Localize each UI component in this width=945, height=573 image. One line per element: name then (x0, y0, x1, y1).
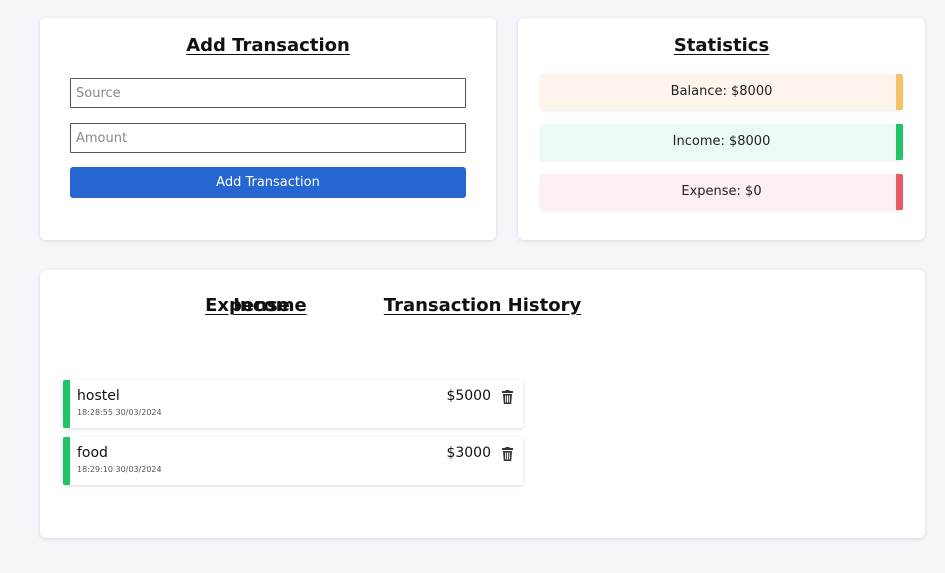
balance-label: Balance: $8000 (670, 84, 773, 99)
add-transaction-button[interactable]: Add Transaction (70, 167, 466, 198)
trash-icon[interactable] (502, 389, 513, 404)
income-stat: Income: $8000 (540, 124, 903, 160)
expense-indicator (896, 174, 903, 210)
income-indicator (896, 124, 903, 160)
add-transaction-title: Add Transaction (186, 35, 350, 56)
income-label: Income: $8000 (672, 134, 771, 149)
source-input[interactable] (70, 78, 466, 108)
transaction-amount: $5000 (446, 388, 491, 404)
transaction-source: hostel (77, 388, 120, 404)
add-transaction-card: Add Transaction Add Transaction (40, 18, 496, 240)
balance-indicator (896, 74, 903, 110)
transaction-time: 18:29:10 30/03/2024 (77, 465, 162, 474)
expense-label: Expense: $0 (681, 184, 762, 199)
transaction-history-card: Transaction History Income Expense hoste… (40, 270, 925, 538)
transaction-time: 18:28:55 30/03/2024 (77, 408, 162, 417)
amount-input[interactable] (70, 123, 466, 153)
expense-column-title: Expense (205, 295, 290, 316)
trash-icon[interactable] (502, 446, 513, 461)
statistics-title: Statistics (673, 35, 770, 56)
income-list-item: food 18:29:10 30/03/2024 $3000 (63, 437, 523, 485)
expense-stat: Expense: $0 (540, 174, 903, 210)
transaction-source: food (77, 445, 108, 461)
income-list-item: hostel 18:28:55 30/03/2024 $5000 (63, 380, 523, 428)
transaction-amount: $3000 (446, 445, 491, 461)
statistics-card: Statistics Balance: $8000 Income: $8000 … (518, 18, 925, 240)
balance-stat: Balance: $8000 (540, 74, 903, 110)
